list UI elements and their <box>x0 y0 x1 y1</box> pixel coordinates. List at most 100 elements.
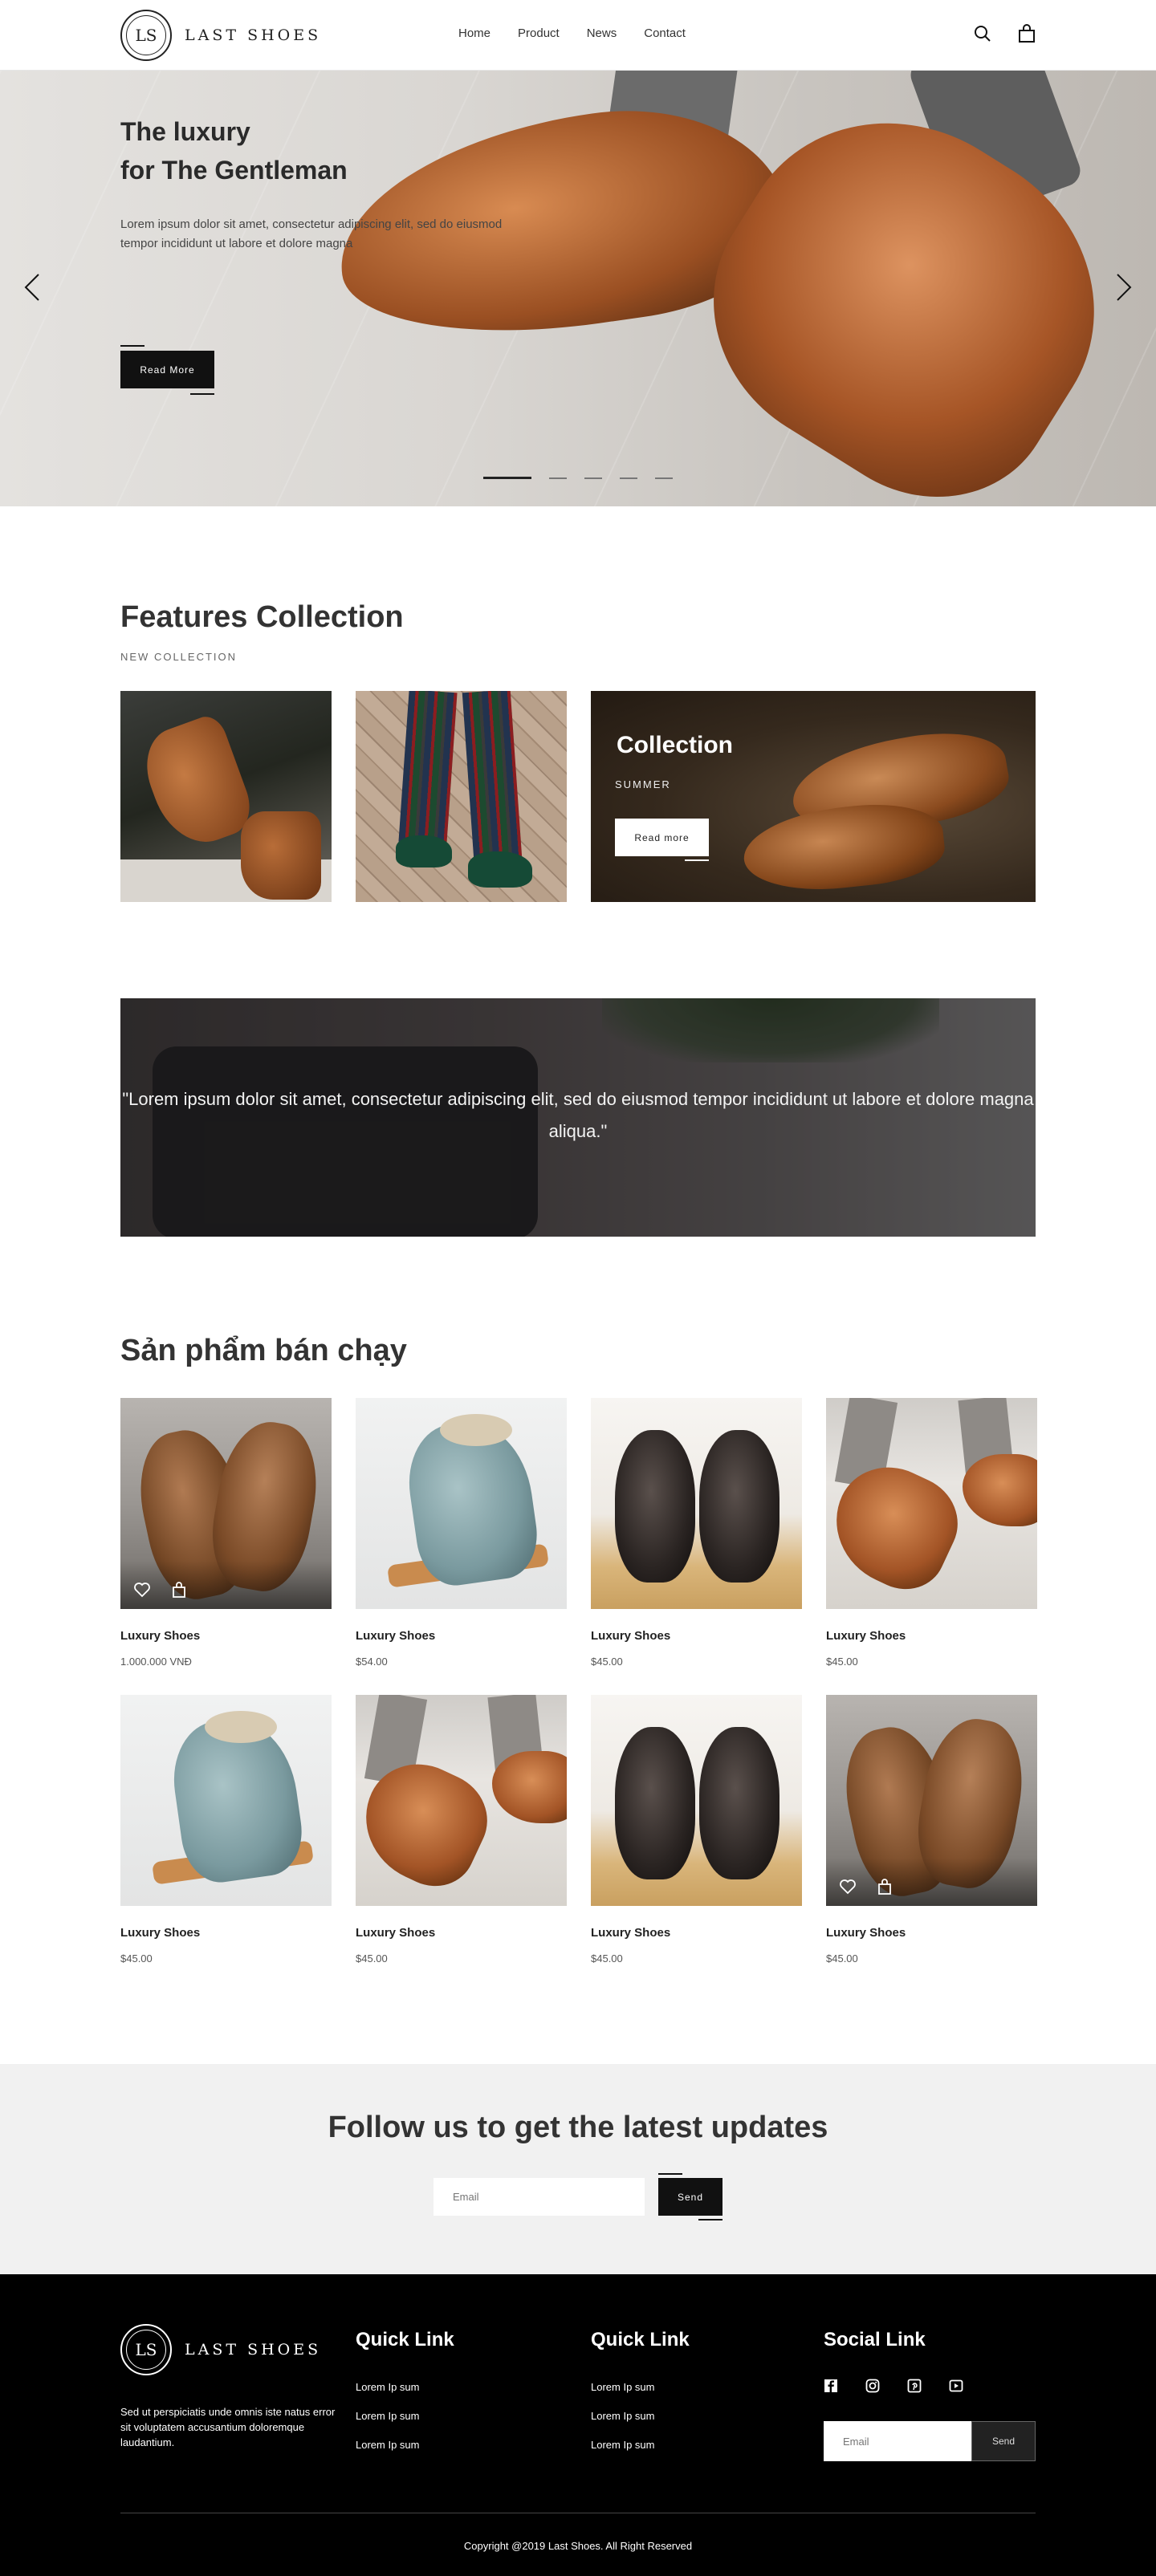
footer-email-input[interactable] <box>824 2421 971 2461</box>
product-image[interactable] <box>591 1398 802 1609</box>
boot-fur <box>440 1414 512 1446</box>
logo-emblem: LS <box>120 10 172 61</box>
product-price: $45.00 <box>356 1952 388 1965</box>
boot-fur <box>205 1711 277 1743</box>
product-name[interactable]: Luxury Shoes <box>356 1926 435 1940</box>
header-actions <box>973 24 1036 43</box>
copyright-text: Copyright @2019 Last Shoes. All Right Re… <box>463 2540 693 2552</box>
footer-link[interactable]: Lorem Ip sum <box>356 2439 419 2451</box>
product-card[interactable] <box>591 1398 802 1609</box>
product-image[interactable] <box>120 1695 332 1906</box>
search-icon[interactable] <box>973 24 992 43</box>
brand-logo[interactable]: LS LAST SHOES <box>120 10 321 61</box>
nav-contact[interactable]: Contact <box>644 26 686 40</box>
footer-link[interactable]: Lorem Ip sum <box>356 2410 419 2422</box>
shoe-shape <box>699 1727 779 1879</box>
button-accent-line <box>698 2219 722 2220</box>
nav-product[interactable]: Product <box>518 26 560 40</box>
plaid-leg <box>462 691 523 861</box>
shoe-shape <box>615 1430 695 1583</box>
brand-name: LAST SHOES <box>185 2341 322 2359</box>
nav-news[interactable]: News <box>587 26 617 40</box>
footer-logo[interactable]: LS LAST SHOES <box>120 2324 321 2375</box>
chevron-left-icon[interactable] <box>22 271 42 303</box>
feature-tile-boots[interactable] <box>120 691 332 902</box>
bag-icon[interactable] <box>1018 24 1036 43</box>
product-card[interactable] <box>120 1695 332 1906</box>
green-shoe <box>396 835 452 867</box>
site-header: LS LAST SHOES Home Product News Contact <box>0 0 1156 71</box>
newsletter-send-button[interactable]: Send <box>658 2178 722 2216</box>
footer-description: Sed ut perspiciatis unde omnis iste natu… <box>120 2406 336 2448</box>
collection-title: Collection <box>617 732 734 758</box>
instagram-icon[interactable] <box>865 2379 880 2393</box>
product-card[interactable] <box>591 1695 802 1906</box>
nav-home[interactable]: Home <box>458 26 490 40</box>
product-image[interactable] <box>356 1398 567 1609</box>
bag-icon[interactable] <box>877 1879 892 1895</box>
footer-send-button[interactable]: Send <box>971 2421 1036 2461</box>
product-name[interactable]: Luxury Shoes <box>120 1629 200 1643</box>
product-actions <box>133 1582 186 1598</box>
chevron-right-icon[interactable] <box>1114 271 1134 303</box>
footer-link[interactable]: Lorem Ip sum <box>591 2381 654 2393</box>
product-card[interactable] <box>826 1398 1037 1609</box>
collection-read-more-button[interactable]: Read more <box>615 819 709 856</box>
footer-link[interactable]: Lorem Ip sum <box>591 2410 654 2422</box>
product-actions <box>839 1879 892 1895</box>
slider-dot[interactable] <box>549 477 567 479</box>
product-name[interactable]: Luxury Shoes <box>591 1926 670 1940</box>
product-name[interactable]: Luxury Shoes <box>591 1629 670 1643</box>
newsletter-section <box>0 2064 1156 2274</box>
brand-name: LAST SHOES <box>185 26 322 44</box>
shoe-shape <box>492 1751 567 1823</box>
bag-icon[interactable] <box>172 1582 186 1598</box>
youtube-icon[interactable] <box>949 2379 963 2393</box>
slider-dot[interactable] <box>584 477 602 479</box>
read-more-button[interactable]: Read More <box>120 351 214 388</box>
footer-col2-title: Quick Link <box>591 2329 690 2350</box>
product-price: $45.00 <box>591 1656 623 1668</box>
slider-dots <box>483 477 673 479</box>
footer-link[interactable]: Lorem Ip sum <box>356 2381 419 2393</box>
product-card[interactable] <box>356 1398 567 1609</box>
product-image[interactable] <box>826 1695 1037 1906</box>
facebook-icon[interactable] <box>824 2379 838 2393</box>
feature-tile-plaid[interactable] <box>356 691 567 902</box>
product-name[interactable]: Luxury Shoes <box>356 1629 435 1643</box>
newsletter-email-input[interactable] <box>434 2178 645 2216</box>
product-card[interactable] <box>120 1398 332 1609</box>
shoe-shape <box>699 1430 779 1583</box>
plaid-leg <box>398 691 458 845</box>
product-card[interactable] <box>356 1695 567 1906</box>
product-card[interactable] <box>826 1695 1037 1906</box>
slider-dot[interactable] <box>620 477 637 479</box>
quote-text: "Lorem ipsum dolor sit amet, consectetur… <box>122 1089 1034 1141</box>
product-price: $54.00 <box>356 1656 388 1668</box>
heart-icon[interactable] <box>133 1582 151 1598</box>
button-accent-line <box>658 2173 682 2175</box>
hero-title-line2: for The Gentleman <box>120 156 348 185</box>
product-name[interactable]: Luxury Shoes <box>826 1926 906 1940</box>
pinterest-icon[interactable] <box>907 2379 922 2393</box>
shoe-shape <box>963 1454 1037 1526</box>
collection-shoe <box>739 797 948 898</box>
product-name[interactable]: Luxury Shoes <box>120 1926 200 1940</box>
product-image[interactable] <box>120 1398 332 1609</box>
product-price: $45.00 <box>591 1952 623 1965</box>
social-links <box>824 2379 963 2393</box>
hero-title: The luxury for The Gentleman <box>120 112 348 189</box>
button-accent-line <box>685 859 709 861</box>
slider-dot-active[interactable] <box>483 477 531 479</box>
product-name[interactable]: Luxury Shoes <box>826 1629 906 1643</box>
product-image[interactable] <box>591 1695 802 1906</box>
logo-initials: LS <box>135 26 157 45</box>
slider-dot[interactable] <box>655 477 673 479</box>
feature-tile-collection[interactable] <box>591 691 1036 902</box>
heart-icon[interactable] <box>839 1879 857 1895</box>
product-image[interactable] <box>826 1398 1037 1609</box>
product-image[interactable] <box>356 1695 567 1906</box>
hero-text: Lorem ipsum dolor sit amet, consectetur … <box>120 217 503 250</box>
footer-link[interactable]: Lorem Ip sum <box>591 2439 654 2451</box>
main-nav: Home Product News Contact <box>458 26 713 40</box>
